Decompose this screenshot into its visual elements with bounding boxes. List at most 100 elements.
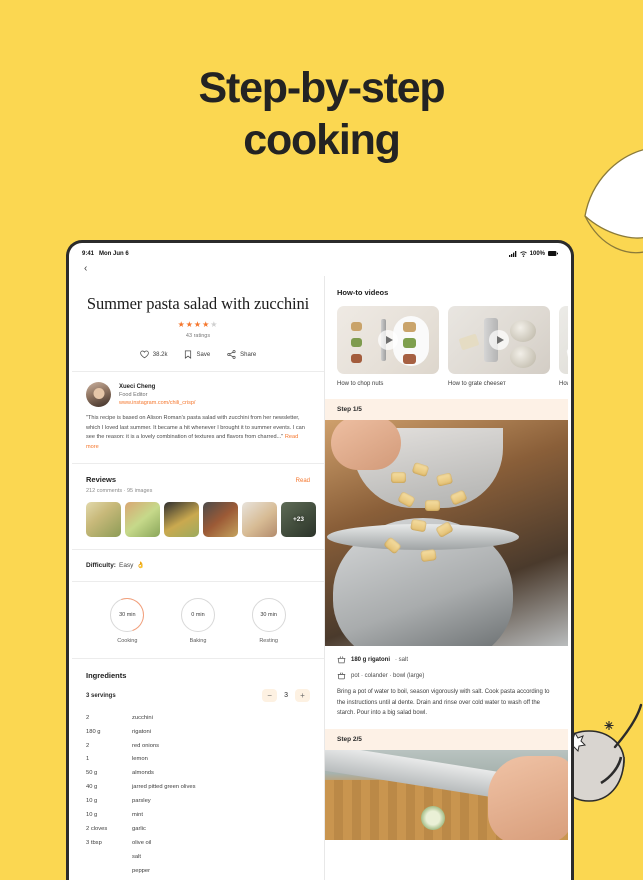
- timer-label: Cooking: [117, 638, 138, 645]
- decrement-button[interactable]: −: [262, 689, 278, 703]
- step-instruction: Bring a pot of water to boil, season vig…: [337, 689, 550, 717]
- timer-value: 0 min: [191, 612, 205, 619]
- list-item: 180 g rigatoni: [86, 725, 310, 739]
- review-thumbnails: +23: [86, 502, 316, 538]
- review-thumbnail-overflow[interactable]: +23: [281, 502, 316, 538]
- servings-row: 3 servings − 3 +: [86, 689, 310, 703]
- increment-button[interactable]: +: [295, 689, 310, 703]
- ingredient-amount: 2: [86, 714, 90, 721]
- ingredient-amount: 180 g: [86, 728, 101, 735]
- cellular-icon: [508, 250, 516, 257]
- star-empty-icon: ★: [210, 320, 219, 329]
- list-item: 1 lemon: [86, 753, 310, 767]
- ingredient-amount: 2 cloves: [86, 826, 108, 833]
- play-icon[interactable]: [489, 330, 509, 350]
- author-link[interactable]: www.instagram.com/chili_crisp/: [119, 400, 195, 406]
- video-caption: How to: [559, 381, 568, 387]
- ingredient-amount: 2: [86, 742, 90, 749]
- reviews-title: Reviews: [86, 475, 117, 485]
- steps-pane[interactable]: How-to videos How to chop nuts How to gr…: [325, 276, 568, 880]
- status-time: 9:41: [82, 250, 95, 257]
- status-bar: 9:41 Mon Jun 6 100%: [72, 246, 568, 261]
- status-date: Mon Jun 6: [99, 250, 129, 257]
- ingredient-amount: 10 g: [86, 812, 98, 819]
- author-name: Xueci Cheng: [119, 383, 156, 390]
- ok-hand-icon: 👌: [136, 562, 145, 570]
- list-item: pepper: [86, 865, 310, 879]
- battery-percent: 100%: [529, 250, 545, 257]
- pot-icon: [337, 672, 346, 680]
- author-role: Food Editor: [119, 391, 148, 398]
- save-button[interactable]: Save: [184, 350, 210, 359]
- list-item: 2 red onions: [86, 739, 310, 753]
- author-quote: "This recipe is based on Alison Roman's …: [86, 414, 310, 463]
- ingredient-name: jarred pitted green olives: [132, 784, 196, 791]
- page-title: Summer pasta salad with zucchini: [86, 294, 310, 313]
- author-block[interactable]: Xueci Cheng Food Editor www.instagram.co…: [86, 372, 310, 414]
- recipe-detail-pane[interactable]: Summer pasta salad with zucchini ★★★★★ 4…: [72, 276, 325, 880]
- chevron-left-icon[interactable]: ‹: [84, 263, 87, 274]
- quote-text: "This recipe is based on Alison Roman's …: [86, 415, 305, 441]
- ingredient-amount: 40 g: [86, 784, 98, 791]
- ingredient-name: salt: [132, 854, 142, 861]
- servings-stepper[interactable]: − 3 +: [262, 689, 310, 703]
- step-band: Step 1/5: [325, 399, 568, 420]
- battery-icon: [548, 251, 558, 256]
- tablet-device: 9:41 Mon Jun 6 100% ‹ Summer pasta salad…: [66, 240, 574, 880]
- timer-cooking[interactable]: 30 min Cooking: [110, 598, 145, 645]
- star-filled-icon: ★: [193, 320, 203, 329]
- review-thumbnail[interactable]: [86, 502, 121, 538]
- overflow-badge: +23: [292, 516, 305, 524]
- difficulty-value: Easy: [118, 562, 134, 570]
- step-tools-meta: pot · colander · bowl (large): [337, 671, 556, 680]
- reviews-read-link[interactable]: Read: [296, 478, 310, 484]
- ingredients-title: Ingredients: [86, 671, 127, 681]
- like-button[interactable]: 38.2k: [140, 350, 167, 359]
- ingredient-name: pepper: [132, 868, 151, 875]
- list-item: 2 zucchini: [86, 711, 310, 725]
- video-card-partial[interactable]: How to: [559, 306, 568, 387]
- app-navbar: ‹: [72, 261, 568, 276]
- reviews-subtitle: 212 comments · 95 images: [86, 488, 153, 495]
- video-card[interactable]: How to grate cheeseт: [448, 306, 550, 387]
- star-filled-icon: ★: [177, 320, 186, 329]
- action-row: 38.2k Save Share: [86, 350, 310, 359]
- list-item: salt: [86, 851, 310, 865]
- wifi-icon: [519, 250, 527, 257]
- review-thumbnail[interactable]: [164, 502, 199, 538]
- video-caption: How to chop nuts: [337, 381, 384, 387]
- timer-baking[interactable]: 0 min Baking: [180, 598, 215, 645]
- tablet-screen: 9:41 Mon Jun 6 100% ‹ Summer pasta salad…: [72, 246, 568, 880]
- list-item: 40 g jarred pitted green olives: [86, 781, 310, 795]
- ingredient-name: almonds: [132, 770, 154, 777]
- servings-value: 3: [284, 692, 288, 700]
- ingredient-amount: [86, 869, 132, 875]
- ingredient-name: lemon: [132, 756, 148, 763]
- step-photo: [325, 750, 568, 841]
- reviews-header: Reviews Read: [86, 464, 310, 484]
- ingredient-amount: 3 tbsp: [86, 840, 102, 847]
- share-label: Share: [240, 351, 257, 358]
- timer-label: Baking: [189, 638, 207, 645]
- save-label: Save: [196, 351, 211, 358]
- video-card[interactable]: How to chop nuts: [337, 306, 439, 387]
- ingredients-list: 2 zucchini 180 g rigatoni 2 red onions 1 lem…: [86, 711, 310, 880]
- ingredient-name: parsley: [132, 798, 151, 805]
- step-photo: [325, 420, 568, 646]
- timer-label: Resting: [259, 638, 278, 645]
- list-item: 2 cloves garlic: [86, 823, 310, 837]
- ingredient-amount: 50 g: [86, 770, 98, 777]
- play-icon[interactable]: [378, 330, 398, 350]
- ingredient-amount: 10 g: [86, 798, 98, 805]
- share-button[interactable]: Share: [227, 350, 256, 359]
- review-thumbnail[interactable]: [125, 502, 160, 538]
- step-ingredient-rest: · salt: [395, 656, 409, 663]
- servings-label: 3 servings: [86, 692, 116, 699]
- rating-stars: ★★★★★: [86, 321, 310, 329]
- review-thumbnail[interactable]: [203, 502, 238, 538]
- headline-line-2: cooking: [243, 116, 401, 165]
- timer-resting[interactable]: 30 min Resting: [251, 598, 286, 645]
- video-thumbnail: [559, 306, 568, 374]
- difficulty-label: Difficulty:: [86, 562, 116, 570]
- review-thumbnail[interactable]: [242, 502, 277, 538]
